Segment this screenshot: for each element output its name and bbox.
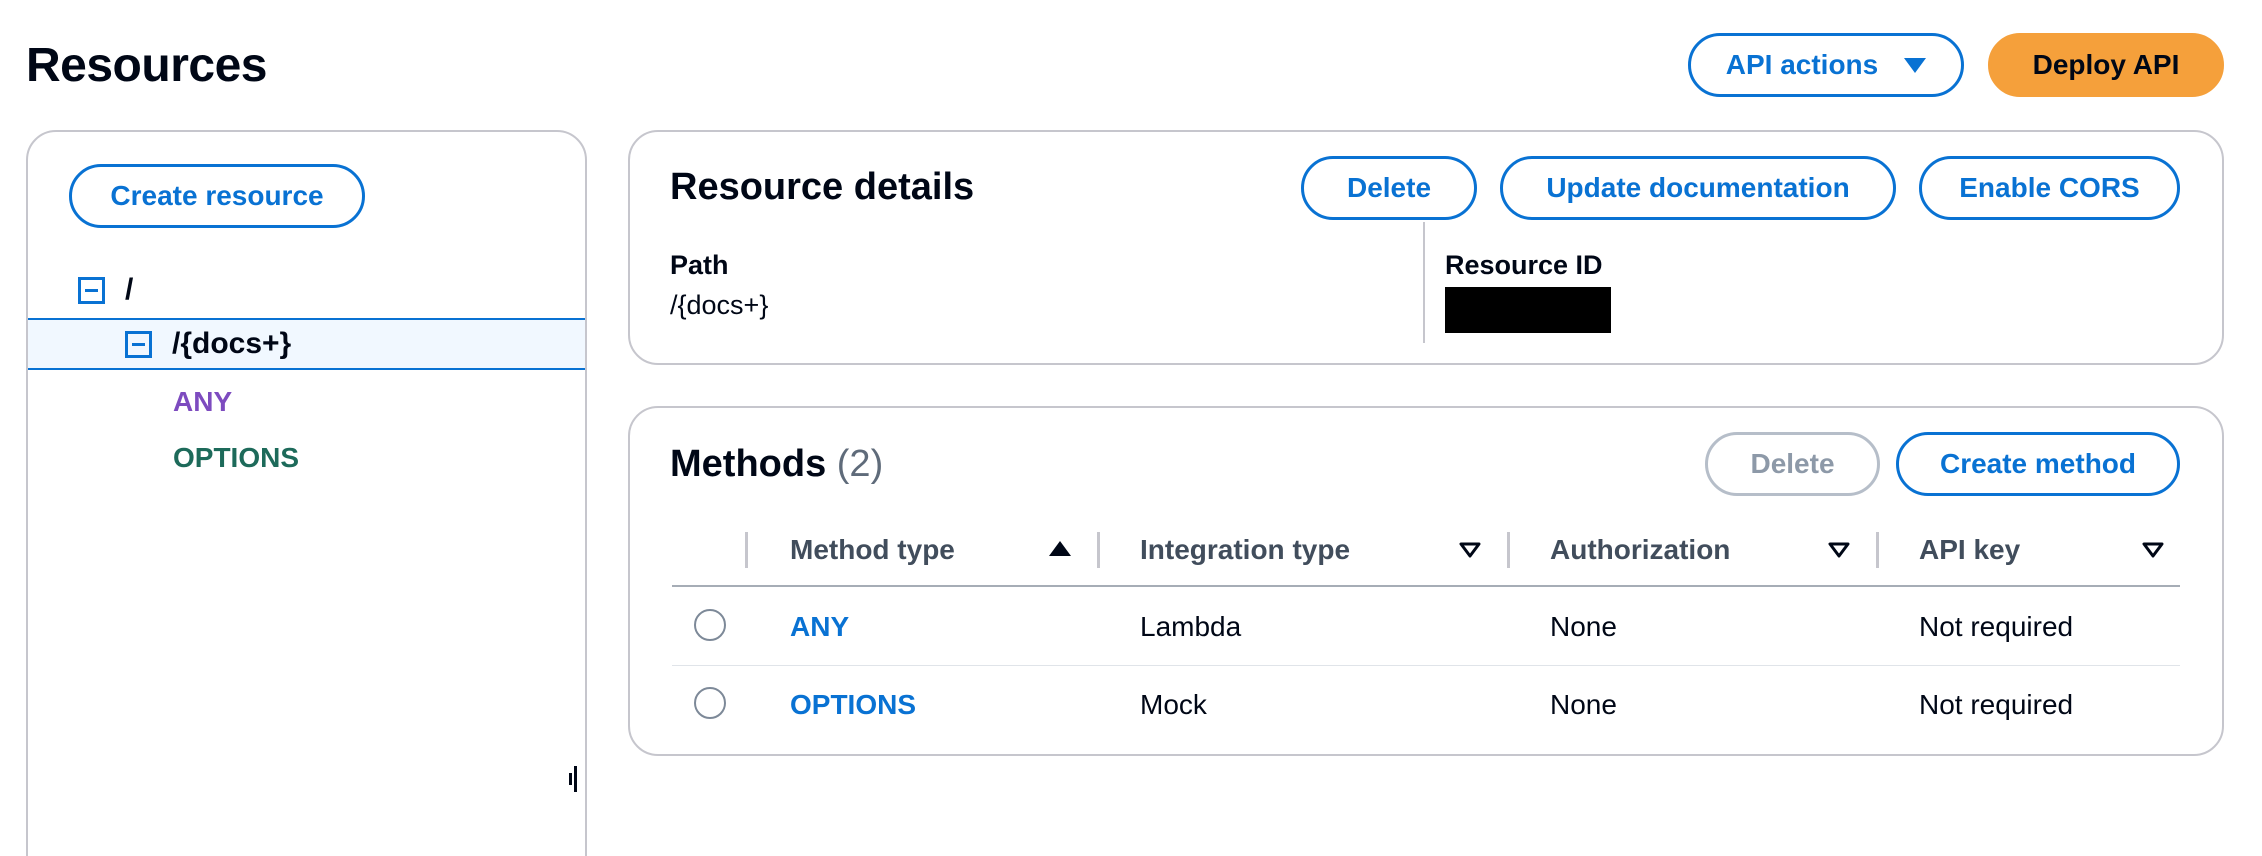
methods-title-text: Methods bbox=[670, 443, 827, 485]
tree-node-root[interactable]: / bbox=[28, 264, 585, 316]
column-separator[interactable] bbox=[745, 532, 748, 568]
methods-title: Methods (2) bbox=[670, 443, 883, 486]
resource-id-redacted bbox=[1445, 287, 1611, 333]
resource-tree-panel: Create resource / /{docs+} ANY OPTIONS bbox=[26, 130, 587, 856]
tree-method-any[interactable]: ANY bbox=[28, 376, 585, 428]
column-header-authorization[interactable]: Authorization bbox=[1550, 530, 1730, 570]
page-title: Resources bbox=[26, 39, 267, 92]
api-key-cell: Not required bbox=[1919, 689, 2074, 720]
tree-node-label: / bbox=[125, 273, 134, 306]
methods-count: (2) bbox=[836, 443, 884, 485]
delete-method-button[interactable]: Delete bbox=[1705, 432, 1880, 496]
authorization-cell: None bbox=[1550, 689, 1617, 720]
method-any-label: ANY bbox=[173, 386, 233, 417]
column-separator[interactable] bbox=[1876, 532, 1879, 568]
row-divider bbox=[672, 665, 2180, 666]
sort-ascending-icon[interactable] bbox=[1049, 541, 1071, 556]
create-method-button[interactable]: Create method bbox=[1896, 432, 2180, 496]
update-documentation-button[interactable]: Update documentation bbox=[1500, 156, 1896, 220]
authorization-cell: None bbox=[1550, 611, 1617, 642]
row-select-radio[interactable] bbox=[694, 609, 726, 641]
resource-details-title: Resource details bbox=[670, 166, 975, 208]
sort-descending-icon[interactable] bbox=[1828, 542, 1850, 563]
enable-cors-button[interactable]: Enable CORS bbox=[1919, 156, 2180, 220]
table-header-divider bbox=[672, 585, 2180, 587]
tree-method-options[interactable]: OPTIONS bbox=[28, 432, 585, 484]
column-header-integration-type[interactable]: Integration type bbox=[1140, 530, 1350, 570]
integration-type-cell: Mock bbox=[1140, 689, 1207, 720]
api-key-cell: Not required bbox=[1919, 611, 2074, 642]
method-type-link[interactable]: ANY bbox=[790, 611, 849, 643]
create-resource-button[interactable]: Create resource bbox=[69, 164, 365, 228]
collapse-icon[interactable] bbox=[125, 330, 152, 358]
tree-node-docs[interactable]: /{docs+} bbox=[28, 318, 585, 370]
collapse-icon[interactable] bbox=[78, 276, 105, 304]
column-separator[interactable] bbox=[1507, 532, 1510, 568]
path-label: Path bbox=[670, 250, 729, 280]
deploy-api-button[interactable]: Deploy API bbox=[1988, 33, 2224, 97]
column-header-api-key[interactable]: API key bbox=[1919, 530, 2020, 570]
panel-resize-handle[interactable] bbox=[568, 762, 580, 792]
sort-descending-icon[interactable] bbox=[1459, 542, 1481, 563]
column-header-method-type[interactable]: Method type bbox=[790, 530, 955, 570]
sort-descending-icon[interactable] bbox=[2142, 542, 2164, 563]
integration-type-cell: Lambda bbox=[1140, 611, 1242, 642]
api-actions-label: API actions bbox=[1725, 49, 1879, 80]
column-separator[interactable] bbox=[1097, 532, 1100, 568]
row-select-radio[interactable] bbox=[694, 687, 726, 719]
resource-id-label: Resource ID bbox=[1445, 250, 1603, 280]
path-value: /{docs+} bbox=[670, 290, 769, 320]
tree-node-label: /{docs+} bbox=[172, 327, 292, 360]
column-divider bbox=[1423, 222, 1425, 343]
delete-resource-button[interactable]: Delete bbox=[1301, 156, 1477, 220]
method-type-link[interactable]: OPTIONS bbox=[790, 689, 916, 721]
caret-down-icon bbox=[1904, 57, 1927, 73]
api-actions-dropdown[interactable]: API actions bbox=[1688, 33, 1964, 97]
method-options-label: OPTIONS bbox=[173, 442, 300, 473]
